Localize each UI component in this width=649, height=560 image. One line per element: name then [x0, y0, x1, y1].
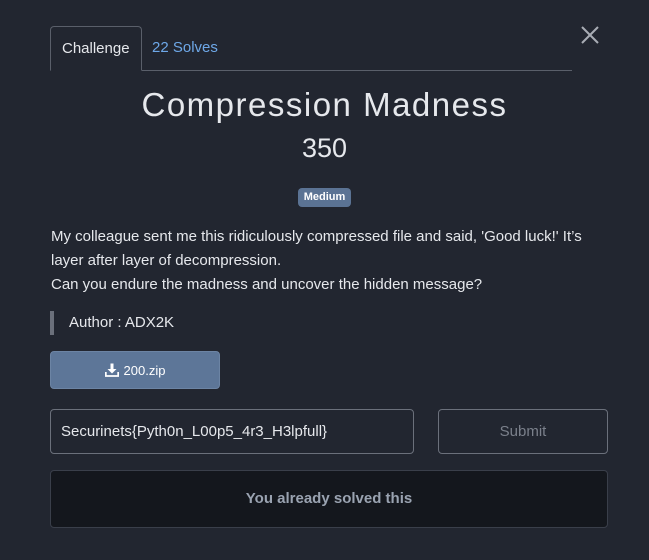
file-name: 200.zip	[123, 362, 166, 378]
challenge-modal: Challenge 22 Solves Compression Madness …	[0, 0, 649, 560]
challenge-title: Compression Madness	[141, 86, 508, 123]
difficulty-badge: Medium	[297, 188, 352, 207]
tab-challenge[interactable]: Challenge	[50, 26, 142, 71]
download-file-button[interactable]: 200.zip	[50, 351, 220, 389]
submit-button[interactable]: Submit	[438, 409, 608, 454]
solved-status: You already solved this	[50, 470, 608, 528]
flag-input[interactable]	[50, 409, 414, 454]
difficulty-badge-wrap: Medium	[0, 187, 649, 207]
challenge-points: 350	[301, 133, 348, 163]
tab-bar: Challenge 22 Solves	[50, 26, 572, 71]
author-quote: Author : ADX2K	[50, 311, 174, 335]
close-icon[interactable]	[579, 24, 601, 46]
challenge-description: My colleague sent me this ridiculously c…	[51, 225, 611, 297]
download-icon	[104, 363, 119, 377]
description-line: Can you endure the madness and uncover t…	[51, 276, 483, 293]
description-line: My colleague sent me this ridiculously c…	[51, 228, 582, 269]
tab-solves[interactable]: 22 Solves	[141, 26, 229, 70]
